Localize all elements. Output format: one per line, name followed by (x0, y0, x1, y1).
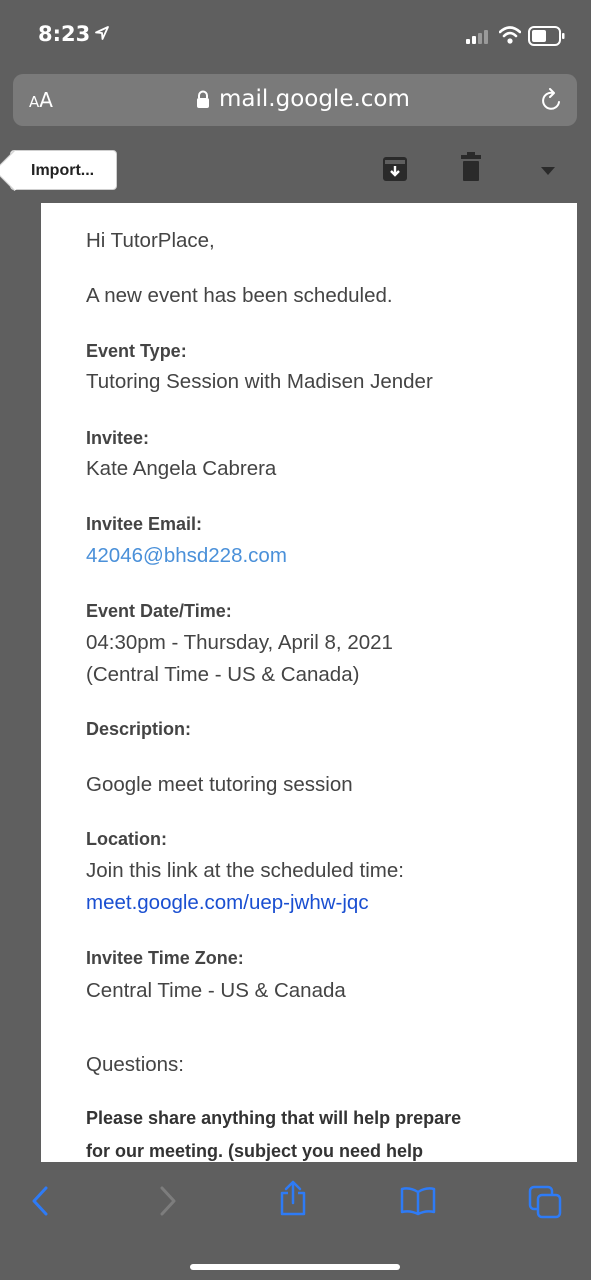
event-datetime-label: Event Date/Time: (86, 601, 232, 621)
description-label: Description: (86, 719, 192, 739)
greeting: Hi TutorPlace, (86, 229, 215, 252)
invitee-label: Invitee: (86, 428, 150, 448)
description-value: Google meet tutoring session (86, 773, 353, 796)
location-label: Location: (86, 829, 167, 849)
back-button-label: Import... (31, 162, 95, 179)
trash-icon[interactable] (461, 152, 481, 182)
signal-icon (466, 30, 488, 44)
bookmarks-icon[interactable] (400, 1186, 436, 1216)
status-time: 8:23 (38, 22, 91, 46)
timezone-value: Central Time - US & Canada (86, 979, 346, 1002)
back-arrow-icon[interactable] (30, 1186, 50, 1216)
chevron-down-icon[interactable] (540, 166, 556, 176)
battery-icon (528, 26, 565, 46)
safari-bottom-toolbar (0, 1162, 591, 1280)
url-field[interactable]: mail.google.com (219, 86, 410, 112)
address-bar[interactable]: AA mail.google.com (13, 74, 577, 126)
email-body: Hi TutorPlace, A new event has been sche… (41, 203, 577, 1163)
invitee-email-label: Invitee Email: (86, 514, 203, 534)
location-line1: Join this link at the scheduled time: (86, 859, 404, 882)
reader-text-size-button[interactable]: AA (29, 88, 53, 112)
wifi-icon (499, 26, 521, 44)
back-to-inbox-button[interactable]: Import... (10, 150, 117, 190)
forward-arrow-icon[interactable] (158, 1186, 178, 1216)
share-icon[interactable] (279, 1180, 307, 1216)
meet-link[interactable]: meet.google.com/uep-jwhw-jqc (86, 891, 369, 915)
tabs-icon[interactable] (528, 1185, 562, 1219)
questions-heading: Questions: (86, 1053, 184, 1076)
lock-icon (197, 90, 209, 108)
question-line2: for our meeting. (subject you need help (86, 1141, 424, 1161)
event-datetime-line1: 04:30pm - Thursday, April 8, 2021 (86, 631, 393, 654)
question-line1: Please share anything that will help pre… (86, 1108, 462, 1128)
status-bar: 8:23 (0, 0, 591, 70)
intro-text: A new event has been scheduled. (86, 284, 393, 307)
timezone-label: Invitee Time Zone: (86, 948, 244, 968)
event-type-value: Tutoring Session with Madisen Jender (86, 370, 433, 393)
home-indicator[interactable] (190, 1264, 400, 1270)
invitee-email-link[interactable]: 42046@bhsd228.com (86, 544, 287, 568)
event-datetime-line2: (Central Time - US & Canada) (86, 663, 360, 686)
gmail-toolbar: Import... (0, 140, 591, 202)
archive-icon[interactable] (382, 156, 408, 182)
event-type-label: Event Type: (86, 341, 187, 361)
location-arrow-icon (95, 26, 109, 40)
reload-icon[interactable] (541, 88, 563, 112)
question-text: Please share anything that will help pre… (86, 1102, 526, 1163)
invitee-value: Kate Angela Cabrera (86, 457, 277, 480)
